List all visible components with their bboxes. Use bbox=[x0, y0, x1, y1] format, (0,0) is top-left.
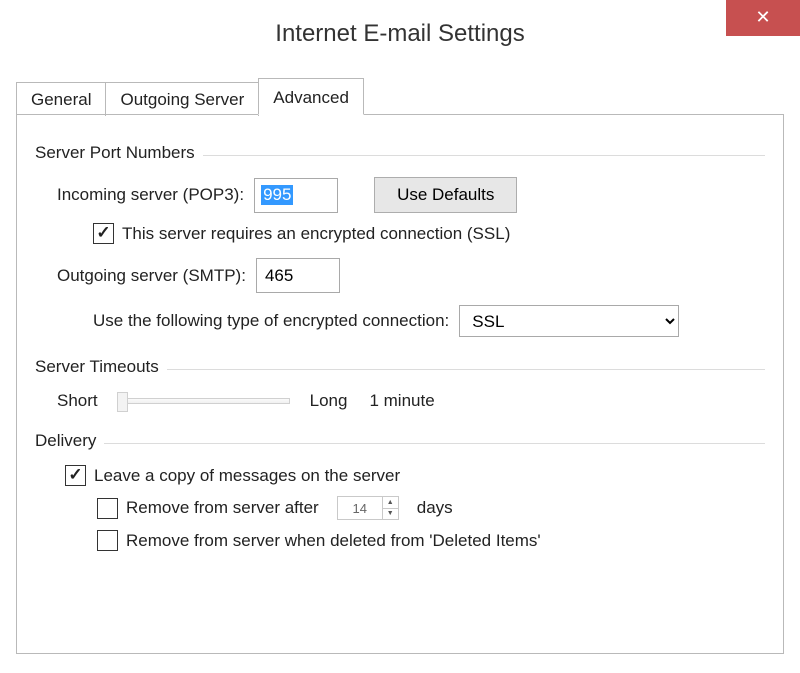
close-button[interactable]: ✕ bbox=[726, 0, 800, 36]
chevron-up-icon[interactable]: ▲ bbox=[383, 497, 398, 509]
remove-after-label-suffix: days bbox=[417, 498, 453, 518]
incoming-server-port-value: 995 bbox=[261, 185, 293, 205]
incoming-server-label: Incoming server (POP3): bbox=[57, 185, 244, 205]
timeout-slider[interactable] bbox=[118, 398, 290, 404]
remove-when-deleted-label: Remove from server when deleted from 'De… bbox=[126, 531, 541, 551]
chevron-down-icon[interactable]: ▼ bbox=[383, 509, 398, 520]
timeout-long-label: Long bbox=[310, 391, 348, 411]
remove-after-label-prefix: Remove from server after bbox=[126, 498, 319, 518]
titlebar: Internet E-mail Settings ✕ bbox=[0, 0, 800, 56]
spinner-arrows: ▲ ▼ bbox=[382, 497, 398, 519]
group-server-port-numbers-label: Server Port Numbers bbox=[35, 143, 195, 163]
checkbox-icon bbox=[97, 530, 118, 551]
group-server-port-numbers: Server Port Numbers bbox=[35, 143, 765, 163]
timeout-short-label: Short bbox=[57, 391, 98, 411]
ssl-required-label: This server requires an encrypted connec… bbox=[122, 224, 510, 244]
encryption-type-select[interactable]: SSL bbox=[459, 305, 679, 337]
remove-when-deleted-checkbox[interactable]: Remove from server when deleted from 'De… bbox=[97, 530, 541, 551]
group-delivery: Delivery bbox=[35, 431, 765, 451]
outgoing-server-port-input[interactable] bbox=[256, 258, 340, 293]
tab-advanced[interactable]: Advanced bbox=[258, 78, 364, 115]
tab-outgoing-server[interactable]: Outgoing Server bbox=[105, 82, 259, 116]
checkbox-icon bbox=[93, 223, 114, 244]
remove-after-days-value: 14 bbox=[338, 501, 382, 516]
tab-strip: General Outgoing Server Advanced bbox=[16, 78, 784, 115]
remove-after-days-spinner[interactable]: 14 ▲ ▼ bbox=[337, 496, 399, 520]
checkbox-icon bbox=[65, 465, 86, 486]
encryption-type-label: Use the following type of encrypted conn… bbox=[93, 311, 449, 331]
checkbox-icon bbox=[97, 498, 118, 519]
divider bbox=[104, 443, 765, 444]
close-icon: ✕ bbox=[755, 7, 770, 27]
incoming-server-port-input[interactable]: 995 bbox=[254, 178, 338, 213]
window-title: Internet E-mail Settings bbox=[275, 20, 524, 48]
tab-general[interactable]: General bbox=[16, 82, 106, 116]
group-server-timeouts: Server Timeouts bbox=[35, 357, 765, 377]
tab-panel-advanced: Server Port Numbers Incoming server (POP… bbox=[16, 114, 784, 654]
outgoing-server-label: Outgoing server (SMTP): bbox=[57, 266, 246, 286]
remove-after-checkbox[interactable]: Remove from server after bbox=[97, 498, 319, 519]
timeout-value-label: 1 minute bbox=[369, 391, 434, 411]
slider-thumb-icon bbox=[117, 392, 128, 412]
group-server-timeouts-label: Server Timeouts bbox=[35, 357, 159, 377]
leave-copy-checkbox[interactable]: Leave a copy of messages on the server bbox=[65, 465, 400, 486]
leave-copy-label: Leave a copy of messages on the server bbox=[94, 466, 400, 486]
use-defaults-button[interactable]: Use Defaults bbox=[374, 177, 517, 213]
divider bbox=[167, 369, 765, 370]
ssl-required-checkbox[interactable]: This server requires an encrypted connec… bbox=[93, 223, 510, 244]
group-delivery-label: Delivery bbox=[35, 431, 96, 451]
divider bbox=[203, 155, 765, 156]
